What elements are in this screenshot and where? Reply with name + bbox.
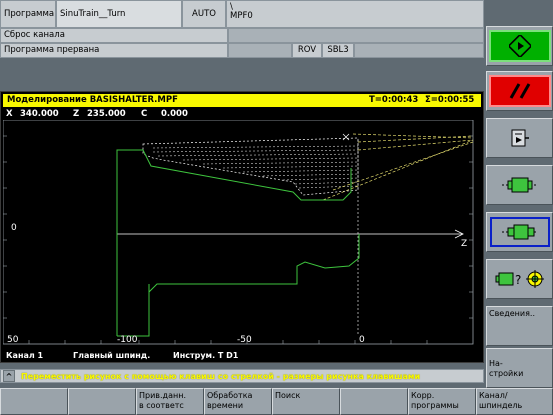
program-path: \ MPF0 [226, 0, 484, 28]
coord-c-value: 0.000 [161, 109, 188, 119]
tick-label: 50 [7, 335, 19, 345]
program-path-line1: \ [230, 2, 233, 12]
softkey-machining-time[interactable]: Обработка времени [204, 388, 272, 415]
hint-bar: ^ Переместить рисунок с помощью клавиш с… [0, 369, 484, 383]
workpiece-view-button[interactable] [486, 212, 553, 252]
zoom-target-icon: ? [495, 270, 544, 288]
svg-text:?: ? [515, 273, 521, 287]
rov-badge: ROV [292, 43, 322, 58]
status-tool: Инструм. T D1 [173, 351, 239, 360]
axis-z-label: Z [461, 239, 467, 249]
softkey-machining-time-label: Обработка времени [207, 391, 253, 410]
sim-frame [3, 120, 474, 345]
status-spindle: Главный шпинд. [73, 351, 151, 360]
tick-label: -100 [117, 335, 138, 345]
softkey-h6[interactable] [340, 388, 408, 415]
sim-title-bar: Моделирование BASISHALTER.MPF T=0:00:43 … [3, 94, 481, 107]
coord-x-value: 340.000 [20, 109, 59, 119]
softkey-h2[interactable] [68, 388, 136, 415]
workpiece-upper-contour [116, 149, 352, 336]
frame-ticks [3, 135, 473, 344]
details-button-label: Сведения.. [489, 309, 536, 318]
sim-time-t: T=0:00:43 [369, 95, 419, 105]
softkey-correct-program-label: Корр. программы [411, 391, 459, 410]
softkey-drive-data[interactable]: Прив.данн. в соответс [136, 388, 204, 415]
coord-z-label: Z [73, 109, 80, 119]
single-block-button[interactable] [486, 118, 553, 158]
coord-c-label: C [141, 109, 148, 119]
settings-button-label: На- стройки [489, 359, 524, 378]
tool-marker [342, 133, 350, 141]
softkey-correct-program[interactable]: Корр. программы [408, 388, 476, 415]
cycle-stop-icon [488, 75, 551, 107]
softkey-channel-spindle-label: Канал/ шпиндель [479, 391, 523, 410]
settings-button[interactable]: На- стройки [486, 348, 553, 388]
softkey-search-label: Поиск [275, 391, 301, 400]
program-status-fill [228, 43, 292, 58]
channel-status: Сброс канала [0, 28, 228, 43]
status-fill-right [354, 43, 484, 58]
program-label: Программа [0, 0, 56, 28]
simulation-window: Моделирование BASISHALTER.MPF T=0:00:43 … [0, 91, 484, 363]
program-name: SinuTrain__Turn [56, 0, 182, 28]
softkey-channel-spindle[interactable]: Канал/ шпиндель [476, 388, 553, 415]
workpiece-view-icon [489, 217, 550, 247]
program-block-icon [511, 129, 529, 147]
toolpath-rapid [322, 133, 474, 201]
cycle-start-button[interactable] [486, 26, 553, 66]
program-status: Программа прервана [0, 43, 228, 58]
workpiece-lower-contour [117, 234, 360, 337]
hint-arrow[interactable]: ^ [3, 370, 15, 382]
axis-zero-label: 0 [11, 223, 17, 233]
sim-status-bar: Канал 1 Главный шпинд. Инструм. T D1 [3, 350, 481, 361]
toolpath-passes [152, 145, 359, 189]
details-button[interactable]: Сведения.. [486, 306, 553, 346]
tool-view-button[interactable] [486, 165, 553, 205]
sbl-badge: SBL3 [322, 43, 354, 58]
hint-text: Переместить рисунок с помощью клавиш со … [21, 372, 421, 381]
coord-x-label: X [6, 109, 13, 119]
mode-indicator: AUTO [182, 0, 226, 28]
sim-canvas[interactable]: Z 0 50 -100 -50 0 [3, 120, 483, 350]
softkey-search[interactable]: Поиск [272, 388, 340, 415]
coord-z-value: 235.000 [87, 109, 126, 119]
status-channel: Канал 1 [6, 351, 44, 360]
cycle-start-icon [488, 30, 551, 62]
softkey-h1[interactable] [0, 388, 68, 415]
program-path-line2: MPF0 [230, 11, 253, 21]
tool-view-icon [501, 177, 538, 193]
softkey-drive-data-label: Прив.данн. в соответс [139, 391, 186, 410]
tick-label: 0 [359, 335, 365, 345]
sim-time-total: Σ=0:00:55 [425, 95, 475, 105]
zoom-auto-button[interactable]: ? [486, 259, 553, 299]
channel-status-fill [228, 28, 484, 43]
sim-coord-bar: X 340.000 Z 235.000 C 0.000 [3, 108, 481, 120]
tick-label: -50 [237, 335, 252, 345]
sim-title: Моделирование BASISHALTER.MPF [7, 95, 178, 105]
cycle-stop-button[interactable] [486, 71, 553, 111]
